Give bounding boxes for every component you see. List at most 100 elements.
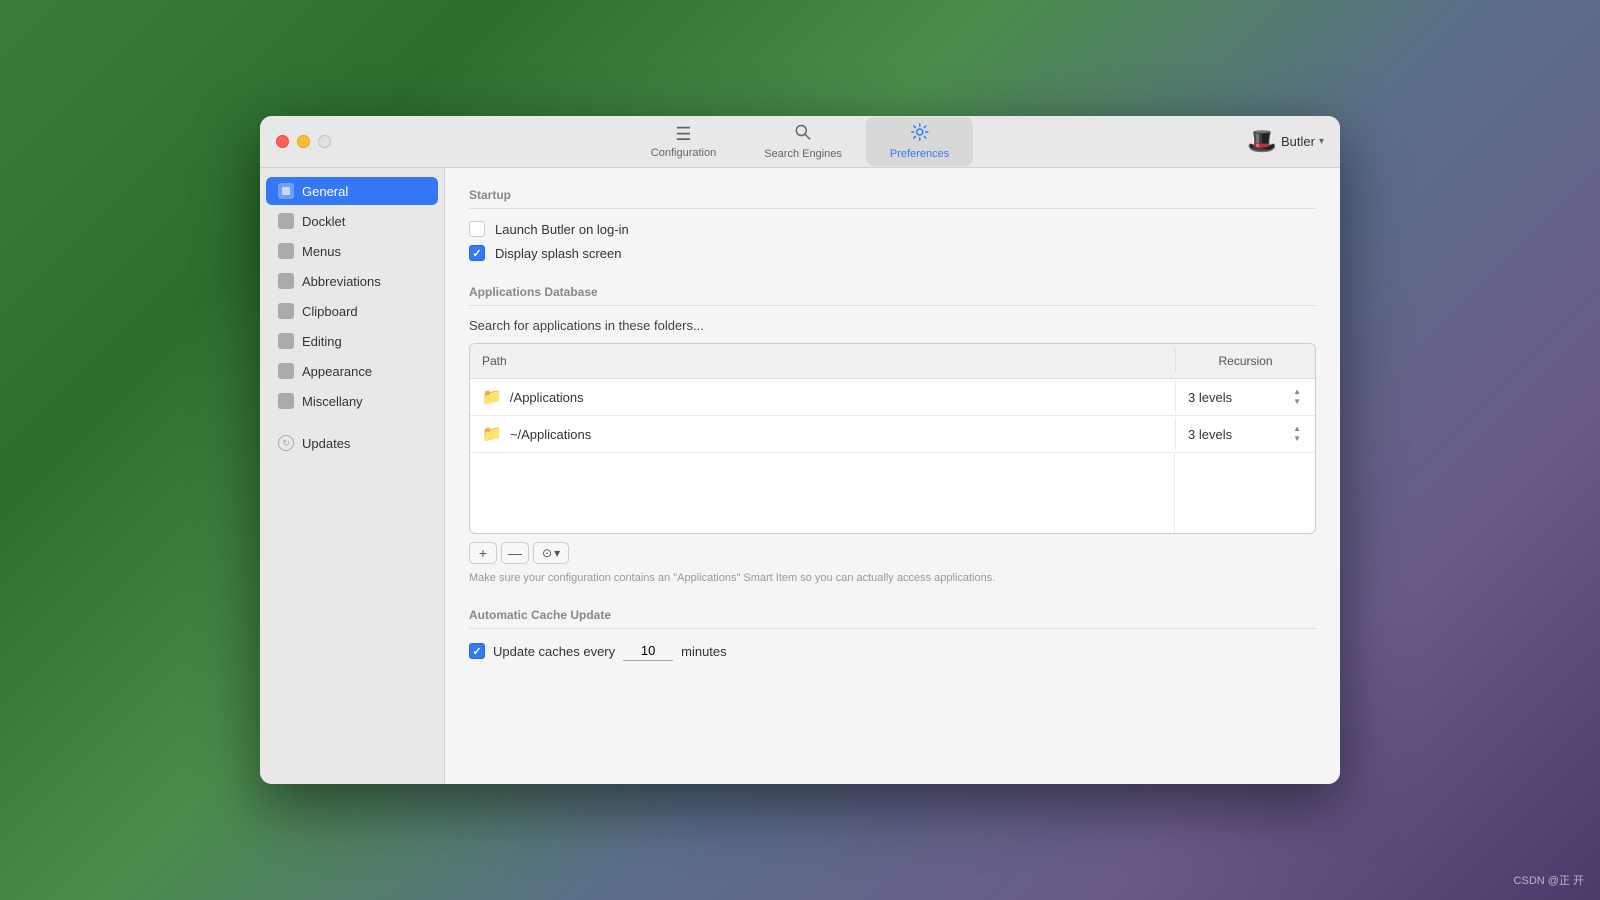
updates-icon: ↻: [278, 435, 294, 451]
folder-search-label: Search for applications in these folders…: [469, 318, 1316, 333]
recursion-value-1: 3 levels: [1188, 390, 1232, 405]
butler-icon: 🎩: [1247, 127, 1277, 156]
sidebar-item-menus[interactable]: Menus: [266, 237, 438, 265]
clipboard-icon: [278, 303, 294, 319]
path-value-2: ~/Applications: [510, 427, 591, 442]
sidebar-label-appearance: Appearance: [302, 364, 372, 379]
content-area: Startup Launch Butler on log-in Display …: [445, 168, 1340, 784]
path-cell-2: 📁 ~/Applications: [470, 416, 1175, 452]
sidebar-label-miscellany: Miscellany: [302, 394, 363, 409]
action-button[interactable]: ⊙ ▾: [533, 542, 569, 564]
path-cell-1: 📁 /Applications: [470, 379, 1175, 415]
folders-table: Path Recursion 📁 /Applications 3 levels …: [469, 343, 1316, 534]
path-column-header: Path: [470, 350, 1175, 372]
folder-icon-1: 📁: [482, 387, 502, 407]
sidebar-label-docklet: Docklet: [302, 214, 345, 229]
stepper-down-2[interactable]: ▼: [1291, 434, 1303, 444]
editing-icon: [278, 333, 294, 349]
sidebar-label-clipboard: Clipboard: [302, 304, 358, 319]
display-splash-label: Display splash screen: [495, 246, 621, 261]
general-icon: [278, 183, 294, 199]
maximize-button[interactable]: [318, 135, 331, 148]
appearance-icon: [278, 363, 294, 379]
sidebar-label-editing: Editing: [302, 334, 342, 349]
folder-icon-2: 📁: [482, 424, 502, 444]
watermark: CSDN @正 开: [1514, 872, 1584, 888]
display-splash-row: Display splash screen: [469, 245, 1316, 261]
stepper-up-1[interactable]: ▲: [1291, 387, 1303, 397]
search-engines-icon: [794, 123, 812, 144]
empty-rows: [470, 453, 1315, 533]
recursion-cell-2: 3 levels ▲ ▼: [1175, 418, 1315, 450]
add-folder-button[interactable]: +: [469, 542, 497, 564]
table-toolbar: + — ⊙ ▾: [469, 542, 1316, 564]
launch-butler-checkbox[interactable]: [469, 221, 485, 237]
butler-menu[interactable]: 🎩 Butler ▾: [1247, 127, 1324, 156]
recursion-cell-1: 3 levels ▲ ▼: [1175, 381, 1315, 413]
sidebar-label-updates: Updates: [302, 436, 350, 451]
recursion-stepper-1[interactable]: ▲ ▼: [1291, 387, 1303, 407]
empty-recursion-area: [1175, 453, 1315, 533]
sidebar-label-abbreviations: Abbreviations: [302, 274, 381, 289]
cache-section: Automatic Cache Update Update caches eve…: [469, 608, 1316, 661]
tab-preferences[interactable]: Preferences: [866, 117, 973, 166]
preferences-icon: [911, 123, 929, 144]
stepper-up-2[interactable]: ▲: [1291, 424, 1303, 434]
minimize-button[interactable]: [297, 135, 310, 148]
path-value-1: /Applications: [510, 390, 584, 405]
action-dropdown-icon: ▾: [554, 546, 560, 560]
main-window: ☰ Configuration Search Engines: [260, 116, 1340, 784]
minutes-input[interactable]: [623, 641, 673, 661]
configuration-icon: ☰: [675, 125, 691, 143]
sidebar-item-updates[interactable]: ↻ Updates: [266, 429, 438, 457]
cache-update-label-after: minutes: [681, 644, 727, 659]
remove-folder-button[interactable]: —: [501, 542, 529, 564]
main-content: General Docklet Menus Abbreviations Clip…: [260, 168, 1340, 784]
cache-update-row: Update caches every minutes: [469, 641, 1316, 661]
startup-section-header: Startup: [469, 188, 1316, 209]
tab-search-engines-label: Search Engines: [764, 148, 842, 160]
cache-update-label-before: Update caches every: [493, 644, 615, 659]
sidebar-item-miscellany[interactable]: Miscellany: [266, 387, 438, 415]
tab-configuration-label: Configuration: [651, 147, 716, 159]
miscellany-icon: [278, 393, 294, 409]
toolbar-tabs: ☰ Configuration Search Engines: [627, 117, 973, 166]
display-splash-checkbox[interactable]: [469, 245, 485, 261]
close-button[interactable]: [276, 135, 289, 148]
sidebar-label-menus: Menus: [302, 244, 341, 259]
butler-label: Butler: [1281, 134, 1315, 149]
table-header: Path Recursion: [470, 344, 1315, 379]
action-icon: ⊙: [542, 546, 552, 560]
recursion-stepper-2[interactable]: ▲ ▼: [1291, 424, 1303, 444]
sidebar-section-updates: ↻ Updates: [260, 428, 444, 458]
tab-preferences-label: Preferences: [890, 148, 949, 160]
menus-icon: [278, 243, 294, 259]
cache-section-header: Automatic Cache Update: [469, 608, 1316, 629]
tab-configuration[interactable]: ☰ Configuration: [627, 119, 740, 165]
recursion-value-2: 3 levels: [1188, 427, 1232, 442]
startup-section: Startup Launch Butler on log-in Display …: [469, 188, 1316, 261]
sidebar-item-general[interactable]: General: [266, 177, 438, 205]
sidebar-label-general: General: [302, 184, 348, 199]
app-db-section-header: Applications Database: [469, 285, 1316, 306]
applications-db-section: Applications Database Search for applica…: [469, 285, 1316, 584]
sidebar-item-editing[interactable]: Editing: [266, 327, 438, 355]
sidebar-item-appearance[interactable]: Appearance: [266, 357, 438, 385]
table-row[interactable]: 📁 /Applications 3 levels ▲ ▼: [470, 379, 1315, 416]
empty-path-area: [470, 453, 1175, 533]
tab-search-engines[interactable]: Search Engines: [740, 117, 866, 166]
launch-butler-row: Launch Butler on log-in: [469, 221, 1316, 237]
sidebar-item-docklet[interactable]: Docklet: [266, 207, 438, 235]
sidebar-item-abbreviations[interactable]: Abbreviations: [266, 267, 438, 295]
butler-dropdown-icon: ▾: [1319, 136, 1324, 147]
sidebar-item-clipboard[interactable]: Clipboard: [266, 297, 438, 325]
cache-update-checkbox[interactable]: [469, 643, 485, 659]
hint-text: Make sure your configuration contains an…: [469, 572, 1316, 584]
abbreviations-icon: [278, 273, 294, 289]
stepper-down-1[interactable]: ▼: [1291, 397, 1303, 407]
recursion-column-header: Recursion: [1175, 350, 1315, 372]
titlebar: ☰ Configuration Search Engines: [260, 116, 1340, 168]
table-row[interactable]: 📁 ~/Applications 3 levels ▲ ▼: [470, 416, 1315, 453]
docklet-icon: [278, 213, 294, 229]
traffic-lights: [276, 135, 331, 148]
